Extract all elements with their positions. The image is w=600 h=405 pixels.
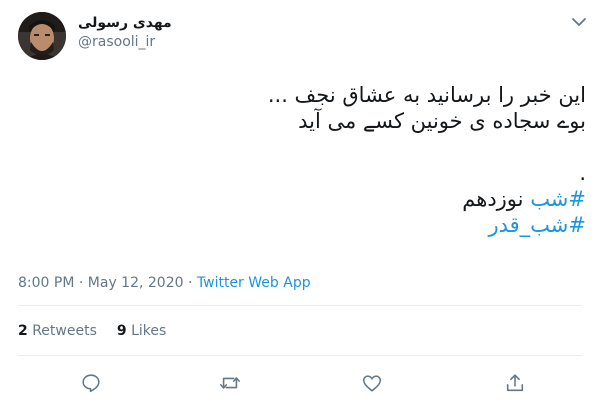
tweet-source[interactable]: Twitter Web App <box>197 275 311 291</box>
display-name[interactable]: مهدی رسولی <box>78 14 172 32</box>
reply-icon[interactable] <box>80 372 102 394</box>
tweet-dot: . <box>579 161 586 185</box>
avatar-photo <box>18 12 66 60</box>
hashtag-link[interactable]: #شب <box>530 187 586 211</box>
hashtag-line: #شب_قدر <box>46 212 586 238</box>
avatar[interactable] <box>18 12 66 60</box>
retweets-label: Retweets <box>27 323 97 339</box>
share-icon[interactable] <box>504 372 526 394</box>
likes-stat[interactable]: 9 Likes <box>117 323 166 339</box>
hashtag-suffix: نوزدهم <box>462 187 531 211</box>
tweet-time[interactable]: 8:00 PM <box>18 275 74 291</box>
meta-separator: · <box>74 275 88 291</box>
likes-label: Likes <box>126 323 167 339</box>
meta-separator: · <box>183 275 197 291</box>
tweet-date[interactable]: May 12, 2020 <box>88 275 184 291</box>
divider <box>18 305 582 306</box>
author-block: مهدی رسولی @rasooli_ir <box>78 14 172 52</box>
hashtag-line: #شب نوزدهم <box>46 186 586 212</box>
retweet-icon[interactable] <box>219 372 241 394</box>
tweet-text: این خبر را برسانید به عشاق نجف ... بوے س… <box>46 82 586 238</box>
chevron-down-icon[interactable] <box>570 14 588 28</box>
retweets-count: 2 <box>18 323 28 339</box>
username[interactable]: @rasooli_ir <box>78 32 172 52</box>
retweets-stat[interactable]: 2 Retweets <box>18 323 97 339</box>
divider <box>18 355 582 356</box>
tweet-line: بوے سجاده ی خونین کسے می آید <box>298 109 586 133</box>
hashtag-link[interactable]: #شب_قدر <box>488 213 586 237</box>
engagement-stats: 2 Retweets 9 Likes <box>18 323 166 339</box>
tweet-line: این خبر را برسانید به عشاق نجف ... <box>267 83 586 107</box>
tweet-meta: 8:00 PM · May 12, 2020 · Twitter Web App <box>18 275 311 291</box>
heart-icon[interactable] <box>361 372 383 394</box>
likes-count: 9 <box>116 323 127 339</box>
tweet-card: مهدی رسولی @rasooli_ir این خبر را برسانی… <box>0 0 600 405</box>
